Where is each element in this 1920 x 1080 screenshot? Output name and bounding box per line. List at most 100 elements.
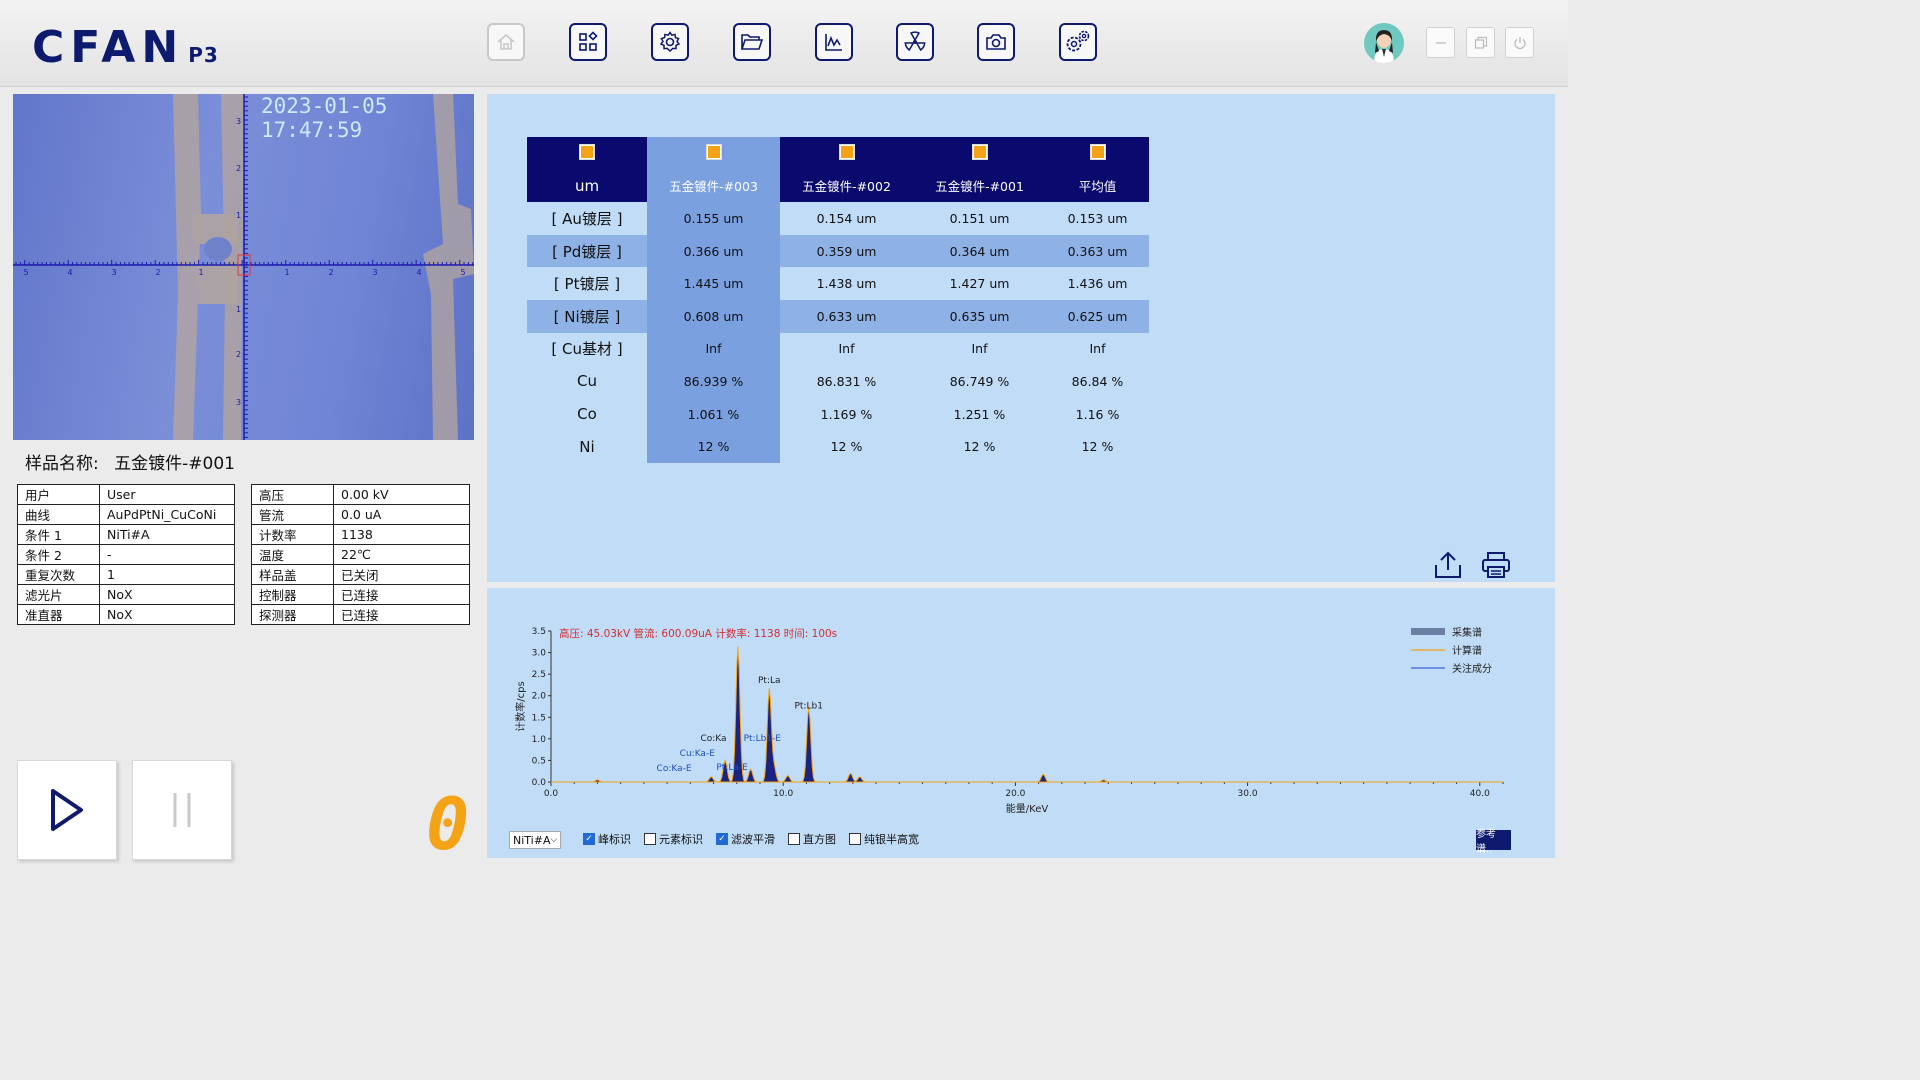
power-icon xyxy=(1513,36,1526,49)
info-key: 重复次数 xyxy=(17,564,100,585)
y-tick-label: 3.5 xyxy=(532,627,546,637)
results-row: [ Pt镀层 ] 1.445 um 1.438 um 1.427 um 1.436 um xyxy=(527,267,1149,300)
y-tick-label: 0.5 xyxy=(532,756,546,766)
info-value: NiTi#A xyxy=(99,524,235,545)
result-cell: 0.154 um xyxy=(816,210,877,226)
crosshair-tick-label: 1 xyxy=(284,268,289,277)
checkbox-box[interactable]: ✓ xyxy=(583,833,595,845)
info-value: 已连接 xyxy=(333,604,470,625)
gears-icon xyxy=(1066,30,1090,52)
result-cell: Inf xyxy=(971,341,988,357)
column-checkbox[interactable] xyxy=(705,143,722,160)
peak-label: Pt:Lb1-E xyxy=(744,734,782,744)
settings-button[interactable] xyxy=(651,23,689,61)
camera-view[interactable]: 5 4 3 2 1 1 2 3 4 5 3 2 1 1 2 3 2023-01-05 17:47:59 xyxy=(13,94,474,440)
print-button[interactable] xyxy=(1480,550,1512,584)
result-cell: 86.84 % xyxy=(1071,373,1124,389)
column-checkbox-cell xyxy=(527,137,647,170)
results-row: [ Cu基材 ] Inf Inf Inf Inf xyxy=(527,332,1149,366)
export-button[interactable] xyxy=(1433,550,1463,584)
home-button[interactable] xyxy=(487,23,525,61)
sample-name-label: 样品名称: xyxy=(25,454,99,474)
radiation-button[interactable] xyxy=(896,23,934,61)
x-tick-label: 20.0 xyxy=(1005,789,1025,799)
result-cell: 86.749 % xyxy=(949,373,1010,389)
power-button[interactable] xyxy=(1505,27,1534,58)
spectrum-button[interactable] xyxy=(815,23,853,61)
crosshair-tick-label: 2 xyxy=(236,164,241,173)
result-cell: 1.445 um xyxy=(647,267,780,300)
checkbox-box[interactable] xyxy=(849,833,861,845)
condition-select[interactable]: NiTi#A ⌵ xyxy=(509,831,561,849)
result-cell: 86.831 % xyxy=(816,373,877,389)
legend-label: 关注成分 xyxy=(1452,662,1492,675)
folder-open-icon xyxy=(740,34,764,50)
option-checkbox[interactable]: 元素标识 xyxy=(644,831,703,847)
info-row: 重复次数 1 xyxy=(17,564,235,585)
option-checkbox[interactable]: ✓ 滤波平滑 xyxy=(716,831,775,847)
y-tick-label: 2.5 xyxy=(532,670,546,680)
user-avatar[interactable] xyxy=(1364,23,1404,63)
result-cell: 1.061 % xyxy=(647,397,780,431)
spectrum-panel: 0.0 0.5 1.0 1.5 2.0 2.5 3.0 3.5 0.0 10.0 20.0 30.0 4… xyxy=(487,588,1555,858)
pause-button[interactable] xyxy=(132,760,232,860)
camera-button[interactable] xyxy=(977,23,1015,61)
spectrum-chart[interactable]: 0.0 0.5 1.0 1.5 2.0 2.5 3.0 3.5 0.0 10.0 20.0 30.0 4… xyxy=(487,588,1555,828)
option-label: 直方图 xyxy=(803,833,836,846)
result-cell: 0.625 um xyxy=(1046,299,1149,333)
minimize-button[interactable] xyxy=(1426,27,1455,58)
info-row: 滤光片 NoX xyxy=(17,584,235,605)
column-checkbox[interactable] xyxy=(579,143,595,160)
column-checkbox[interactable] xyxy=(971,143,988,160)
info-key: 条件 2 xyxy=(17,544,100,565)
results-row: [ Pd镀层 ] 0.366 um 0.359 um 0.364 um 0.363 um xyxy=(527,234,1149,268)
crosshair-tick-label: 3 xyxy=(372,268,377,277)
result-cell: 12 % xyxy=(1081,439,1114,455)
unit-header[interactable]: um xyxy=(527,169,647,203)
apps-button[interactable] xyxy=(569,23,607,61)
play-button[interactable] xyxy=(17,760,117,860)
open-folder-button[interactable] xyxy=(733,23,771,61)
info-key: 探测器 xyxy=(251,604,334,625)
pause-icon xyxy=(173,793,191,827)
column-checkbox[interactable] xyxy=(838,143,855,160)
row-label: [ Cu基材 ] xyxy=(551,340,623,359)
checkbox-box[interactable] xyxy=(644,833,656,845)
restore-button[interactable] xyxy=(1466,27,1495,58)
row-label: [ Ni镀层 ] xyxy=(527,299,647,333)
info-key: 管流 xyxy=(251,504,334,525)
x-tick-label: 40.0 xyxy=(1470,789,1490,799)
info-row: 探测器 已连接 xyxy=(251,604,470,625)
result-cell: 1.436 um xyxy=(1067,276,1128,292)
option-checkbox[interactable]: 直方图 xyxy=(788,831,836,847)
reference-spectrum-button[interactable]: 参考谱.. xyxy=(1476,829,1511,855)
option-label: 滤波平滑 xyxy=(731,833,775,846)
advanced-settings-button[interactable] xyxy=(1059,23,1097,61)
result-cell: Inf xyxy=(647,332,780,366)
measurement-info-table: 用户 User 曲线 AuPdPtNi_CuCoNi 条件 1 NiTi#A 条件 2- 重复… xyxy=(17,484,235,625)
acquisition-status-text: 高压: 45.03kV 管流: 600.09uA 计数率: 1138 时间: 1… xyxy=(559,627,837,640)
logo-subtitle: P3 xyxy=(188,43,219,67)
result-cell: 0.364 um xyxy=(913,234,1046,268)
option-checkbox[interactable]: 纯银半高宽 xyxy=(849,831,919,847)
sample-name-row: 样品名称: 五金镀件-#001 xyxy=(25,449,245,474)
column-header[interactable]: 五金镀件-#003 xyxy=(647,169,780,203)
peak-label: Co:Ka-E xyxy=(657,764,692,774)
info-value: 1138 xyxy=(333,524,470,545)
column-checkbox[interactable] xyxy=(1089,143,1106,160)
results-row: [ Ni镀层 ] 0.608 um 0.633 um 0.635 um 0.625 um xyxy=(527,299,1149,333)
result-cell: 0.635 um xyxy=(913,299,1046,333)
restore-icon xyxy=(1474,36,1487,49)
info-key: 计数率 xyxy=(251,524,334,545)
info-row: 温度 22℃ xyxy=(251,544,470,565)
info-key: 高压 xyxy=(251,484,334,505)
checkbox-box[interactable] xyxy=(788,833,800,845)
option-checkbox[interactable]: ✓ 峰标识 xyxy=(583,831,631,847)
crosshair-tick-label: 2 xyxy=(155,268,160,277)
column-header[interactable]: 平均值 xyxy=(1046,169,1149,203)
checkbox-box[interactable]: ✓ xyxy=(716,833,728,845)
column-header[interactable]: 五金镀件-#002 xyxy=(780,169,913,203)
result-cell: 1.438 um xyxy=(816,276,877,292)
peak-label: Cu:Ka-E xyxy=(680,749,716,759)
column-header[interactable]: 五金镀件-#001 xyxy=(913,169,1046,203)
